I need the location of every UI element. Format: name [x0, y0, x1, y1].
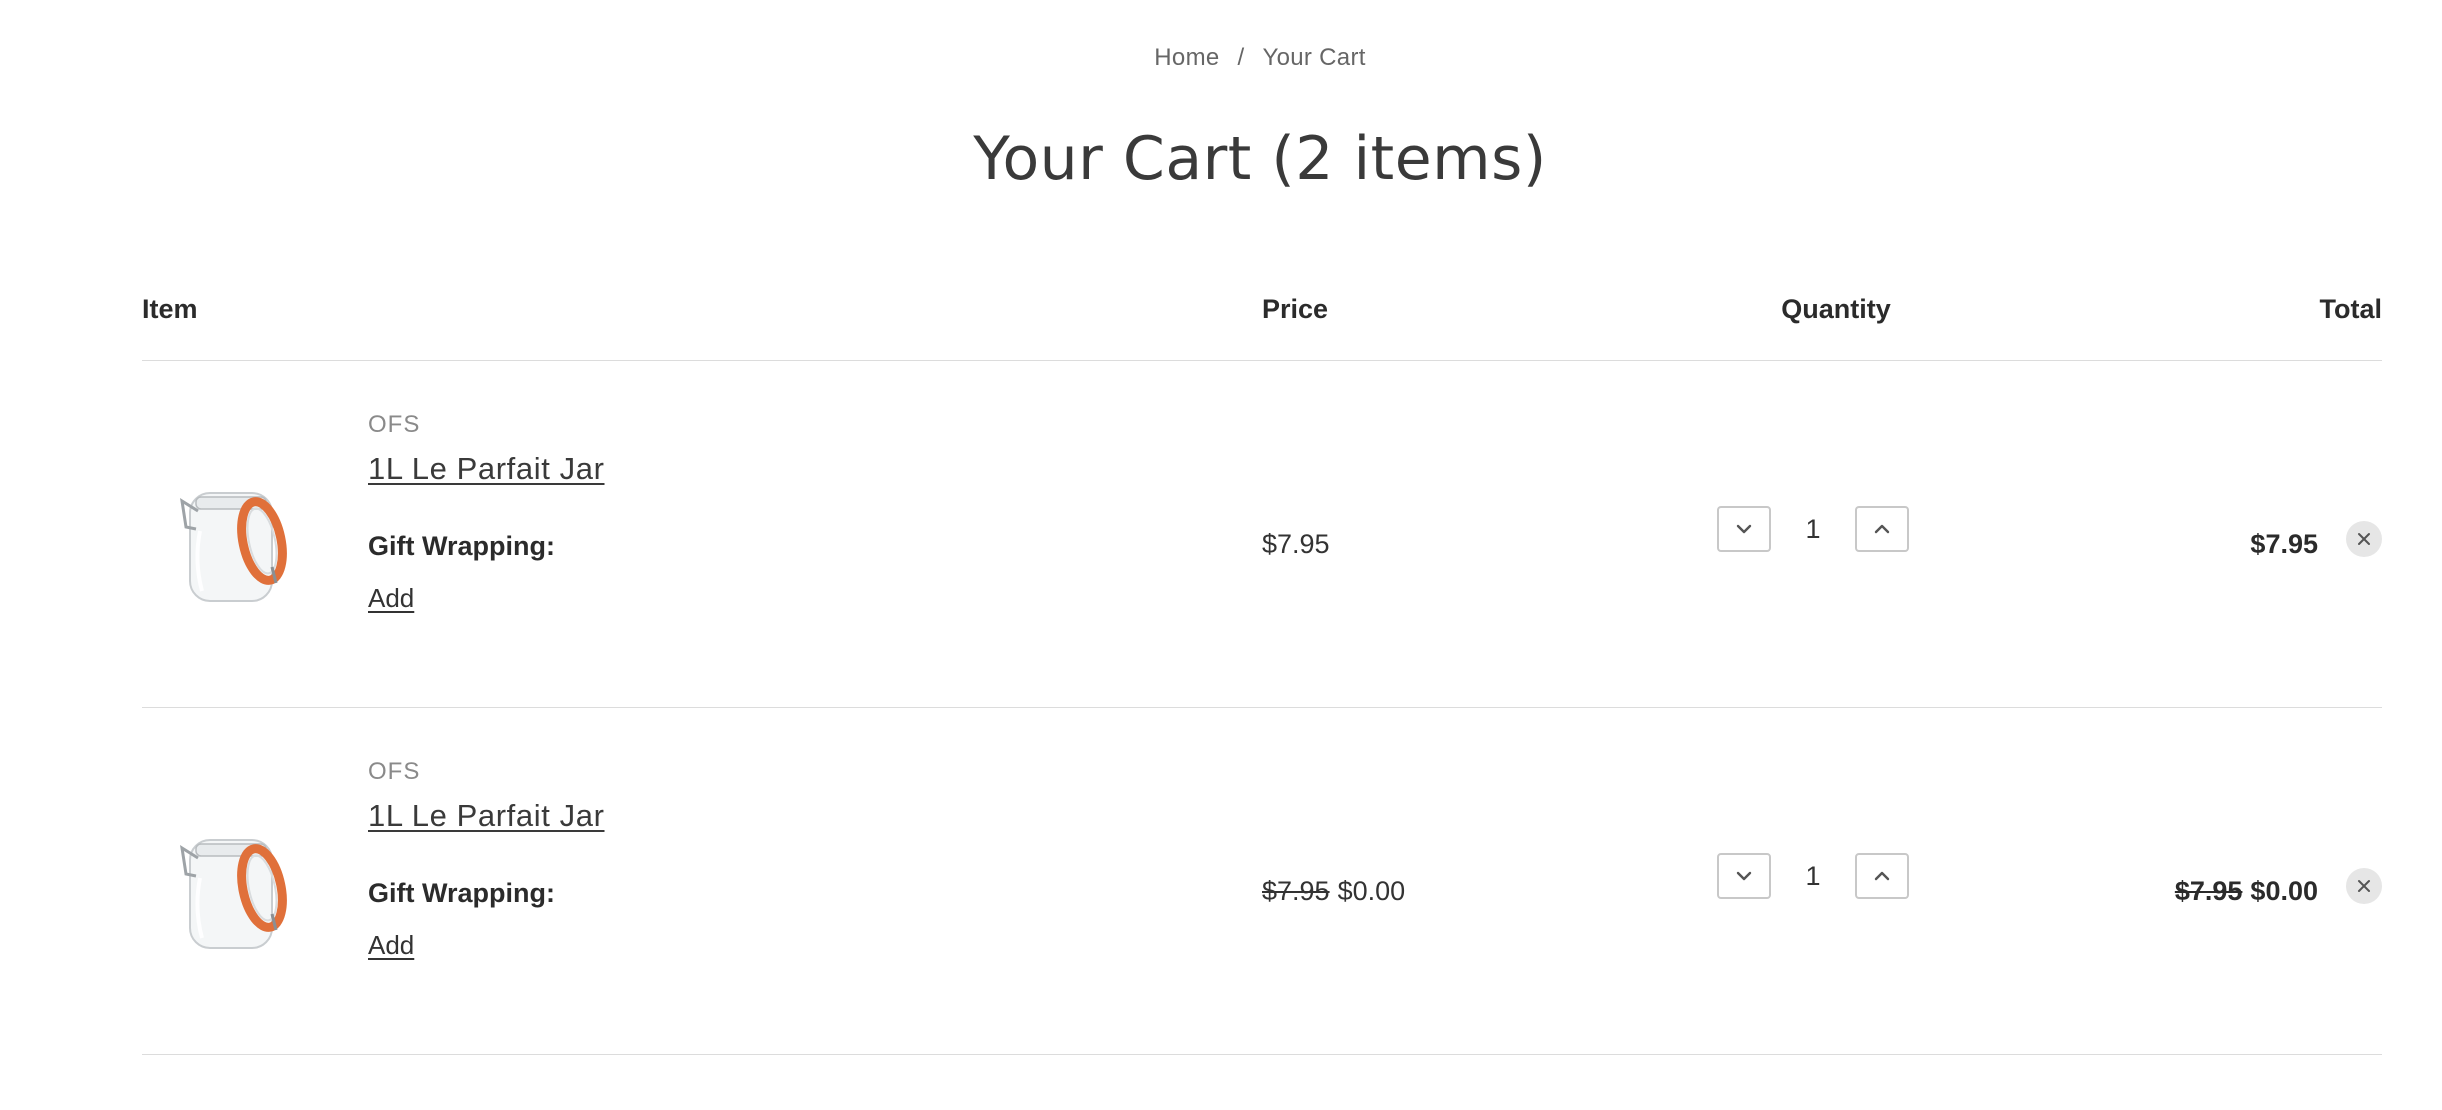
item-price: $7.95 [1262, 529, 1330, 560]
item-price-current: $7.95 [1262, 529, 1330, 559]
close-icon [2358, 880, 2370, 892]
product-image[interactable] [172, 471, 302, 611]
product-name-link[interactable]: 1L Le Parfait Jar [368, 451, 605, 487]
quantity-increase-button[interactable] [1855, 853, 1909, 899]
quantity-stepper: 1 [1717, 506, 1957, 556]
item-total-current: $0.00 [2250, 876, 2318, 906]
glass-jar-image [180, 839, 287, 949]
cart-table: Item Price Quantity Total OFS 1L Le Parf… [142, 280, 2382, 1055]
remove-item-button[interactable] [2346, 521, 2382, 557]
cart-item-row: OFS 1L Le Parfait Jar Gift Wrapping: Add… [142, 361, 2382, 708]
gift-wrapping-add-link[interactable]: Add [368, 930, 414, 961]
quantity-stepper: 1 [1717, 853, 1957, 903]
chevron-up-icon [1874, 524, 1890, 534]
item-total: $7.95 [2250, 529, 2318, 560]
quantity-decrease-button[interactable] [1717, 853, 1771, 899]
item-total: $7.95 $0.00 [2175, 876, 2318, 907]
chevron-up-icon [1874, 871, 1890, 881]
gift-wrapping-label: Gift Wrapping: [368, 878, 555, 908]
chevron-down-icon [1736, 524, 1752, 534]
close-icon [2358, 533, 2370, 545]
product-name-link[interactable]: 1L Le Parfait Jar [368, 798, 605, 834]
chevron-down-icon [1736, 871, 1752, 881]
header-price: Price [1262, 294, 1329, 324]
breadcrumb: Home / Your Cart [0, 44, 2442, 72]
glass-jar-image [180, 492, 287, 602]
header-item: Item [142, 294, 198, 324]
cart-table-header: Item Price Quantity Total [142, 280, 2382, 361]
page-title: Your Cart (2 items) [973, 124, 1547, 194]
breadcrumb-current: Your Cart [1262, 44, 1366, 71]
header-total: Total [2319, 294, 2383, 324]
quantity-value[interactable]: 1 [1771, 853, 1855, 899]
quantity-increase-button[interactable] [1855, 506, 1909, 552]
item-total-current: $7.95 [2250, 529, 2318, 559]
gift-wrapping-label: Gift Wrapping: [368, 531, 555, 561]
breadcrumb-separator: / [1237, 44, 1245, 71]
item-price-current: $0.00 [1337, 876, 1406, 906]
cart-item-row: OFS 1L Le Parfait Jar Gift Wrapping: Add… [142, 708, 2382, 1055]
header-quantity: Quantity [1781, 294, 1891, 324]
item-total-original: $7.95 [2174, 876, 2243, 906]
gift-wrapping-add-link[interactable]: Add [368, 583, 414, 614]
product-brand: OFS [368, 411, 421, 438]
quantity-value[interactable]: 1 [1771, 506, 1855, 552]
item-price-original: $7.95 [1262, 876, 1330, 906]
quantity-decrease-button[interactable] [1717, 506, 1771, 552]
breadcrumb-home-link[interactable]: Home [1154, 44, 1219, 71]
product-image[interactable] [172, 818, 302, 958]
remove-item-button[interactable] [2346, 868, 2382, 904]
item-price: $7.95 $0.00 [1262, 876, 1405, 907]
product-brand: OFS [368, 758, 421, 785]
